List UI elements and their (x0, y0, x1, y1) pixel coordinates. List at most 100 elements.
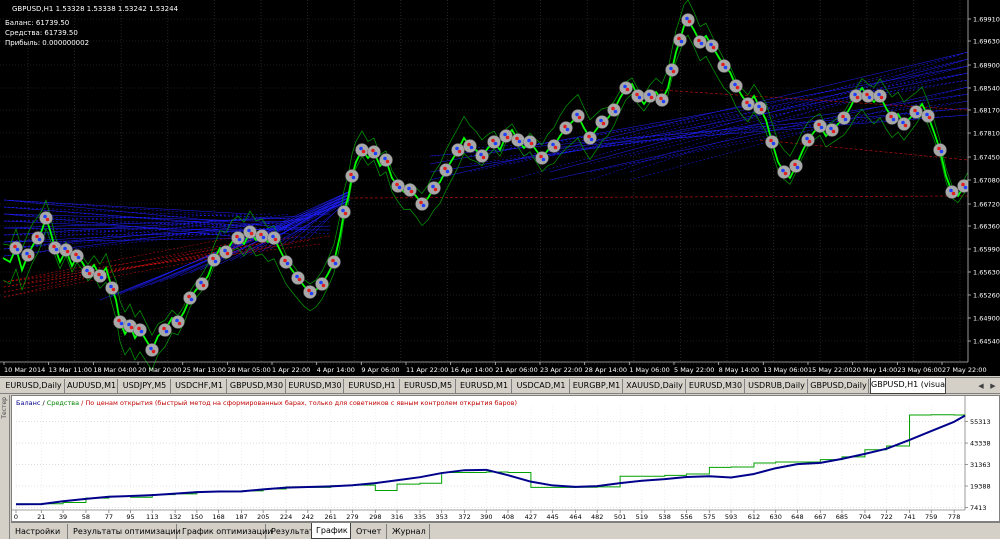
date-tick-label: 18 Mar 04:00 (93, 366, 136, 374)
symbol-tab[interactable]: GBPUSD,M30 (228, 379, 286, 393)
price-line (2, 18, 969, 352)
graph-x-tick-label: 95 (126, 513, 134, 521)
order-marker (327, 255, 341, 269)
order-marker (9, 241, 23, 255)
symbol-tab[interactable]: EURUSD,M30 (287, 379, 344, 393)
equity-line (16, 414, 966, 505)
graph-x-tick-label: 113 (146, 513, 158, 521)
price-tick-label: 1.64540 (973, 338, 1000, 346)
order-marker (511, 133, 525, 147)
symbol-tab[interactable]: EURUSD,Daily (3, 379, 65, 393)
graph-x-tick-label: 77 (105, 513, 113, 521)
tab-optimization-results[interactable]: Результаты оптимизации (69, 524, 181, 539)
order-marker (158, 323, 172, 337)
order-marker (133, 323, 147, 337)
order-marker (255, 229, 269, 243)
date-tick-label: 27 May 22:00 (942, 366, 987, 374)
order-marker (267, 231, 281, 245)
tab-optimization-graph[interactable]: График оптимизации (178, 524, 273, 539)
order-marker (861, 89, 875, 103)
order-marker (535, 151, 549, 165)
tab-settings[interactable]: Настройки (11, 524, 68, 539)
tab-scroll-right-icon[interactable]: ▶ (988, 380, 998, 392)
graph-x-tick-label: 519 (636, 513, 648, 521)
symbol-tab[interactable]: EURGBP,M1 (571, 379, 623, 393)
order-marker (345, 169, 359, 183)
order-marker (705, 39, 719, 53)
order-marker (499, 129, 513, 143)
order-marker (607, 103, 621, 117)
order-marker (583, 131, 597, 145)
order-marker (315, 277, 329, 291)
order-marker (813, 119, 827, 133)
order-marker (777, 165, 791, 179)
price-tick-label: 1.65630 (973, 269, 1000, 277)
symbol-tab[interactable]: GBPUSD,Daily (809, 379, 869, 393)
order-marker (571, 109, 585, 123)
symbol-tab[interactable]: USDCHF,M1 (172, 379, 227, 393)
tab-scroll-left-icon[interactable]: ◀ (976, 380, 986, 392)
order-marker (595, 115, 609, 129)
symbol-tab-active[interactable]: GBPUSD,H1 (visual) (870, 378, 946, 394)
order-marker (183, 291, 197, 305)
order-marker (523, 135, 537, 149)
order-marker (741, 97, 755, 111)
graph-x-tick-label: 612 (748, 513, 760, 521)
date-tick-label: 28 Apr 14:00 (585, 366, 627, 374)
order-marker (439, 163, 453, 177)
graph-y-tick-label: 19388 (970, 482, 991, 490)
tab-report[interactable]: Отчет (352, 524, 387, 539)
symbol-tab[interactable]: EURUSD,M30 (687, 379, 745, 393)
graph-x-tick-label: 538 (659, 513, 671, 521)
date-tick-label: 23 Apr 22:00 (540, 366, 582, 374)
date-tick-label: 21 Apr 06:00 (495, 366, 537, 374)
symbol-tab[interactable]: USDJPY,M5 (119, 379, 171, 393)
price-tick-label: 1.65260 (973, 292, 1000, 300)
graph-x-tick-label: 316 (391, 513, 403, 521)
symbol-tab[interactable]: EURUSD,M5 (401, 379, 456, 393)
graph-y-tick-label: 31363 (970, 461, 991, 469)
graph-x-tick-label: 445 (546, 513, 558, 521)
order-marker (337, 205, 351, 219)
symbol-tab[interactable]: XAUUSD,Daily (624, 379, 686, 393)
graph-y-axis: 55313 43338 31363 19388 7413 (965, 418, 991, 512)
graph-x-tick-label: 575 (703, 513, 715, 521)
tab-journal[interactable]: Журнал (388, 524, 430, 539)
tab-graph[interactable]: График (311, 523, 351, 539)
symbol-tab[interactable]: EURUSD,M1 (457, 379, 512, 393)
graph-y-tick-label: 43338 (970, 440, 991, 448)
order-marker (291, 271, 305, 285)
order-marker (279, 255, 293, 269)
chart-title: GBPUSD,H1 1.53328 1.53338 1.53242 1.5324… (12, 5, 179, 13)
order-marker (643, 89, 657, 103)
order-marker (171, 315, 185, 329)
price-tick-label: 1.69630 (973, 38, 1000, 46)
symbol-tab[interactable]: EURUSD,H1 (345, 379, 400, 393)
equity-info: Средства: 61739.50 (5, 29, 78, 37)
date-tick-label: 1 Apr 22:00 (272, 366, 310, 374)
symbol-tab[interactable]: AUDUSD,M1 (66, 379, 118, 393)
date-tick-label: 13 Mar 11:00 (49, 366, 92, 374)
symbol-tab[interactable]: USDRUB,Daily (746, 379, 808, 393)
order-marker (81, 265, 95, 279)
order-lines (3, 51, 969, 301)
symbol-tab[interactable]: USDCAD,M1 (513, 379, 570, 393)
date-tick-label: 8 May 14:00 (719, 366, 759, 374)
balance-info: Баланс: 61739.50 (5, 19, 70, 27)
graph-x-tick-label: 482 (591, 513, 603, 521)
date-tick-label: 25 Mar 13:00 (183, 366, 226, 374)
graph-x-tick-label: 187 (235, 513, 247, 521)
tester-side-strip: Тестер (0, 395, 10, 539)
order-marker (801, 133, 815, 147)
graph-x-tick-label: 704 (859, 513, 871, 521)
legend-balance: Баланс (16, 399, 41, 407)
order-marker (70, 249, 84, 263)
order-marker (391, 179, 405, 193)
legend-equity: Средства (46, 399, 80, 407)
graph-x-tick-label: 741 (903, 513, 915, 521)
date-axis: 10 Mar 2014 13 Mar 11:00 18 Mar 04:00 20 Ma… (3, 362, 987, 374)
symbol-tab-bar: EURUSD,Daily AUDUSD,M1 USDJPY,M5 USDCHF,… (0, 377, 1000, 394)
order-marker (897, 117, 911, 131)
price-chart-panel[interactable]: 1.69910 1.69630 1.68900 1.68540 1.68170 1.678… (0, 0, 1000, 376)
price-tick-label: 1.68900 (973, 62, 1000, 70)
